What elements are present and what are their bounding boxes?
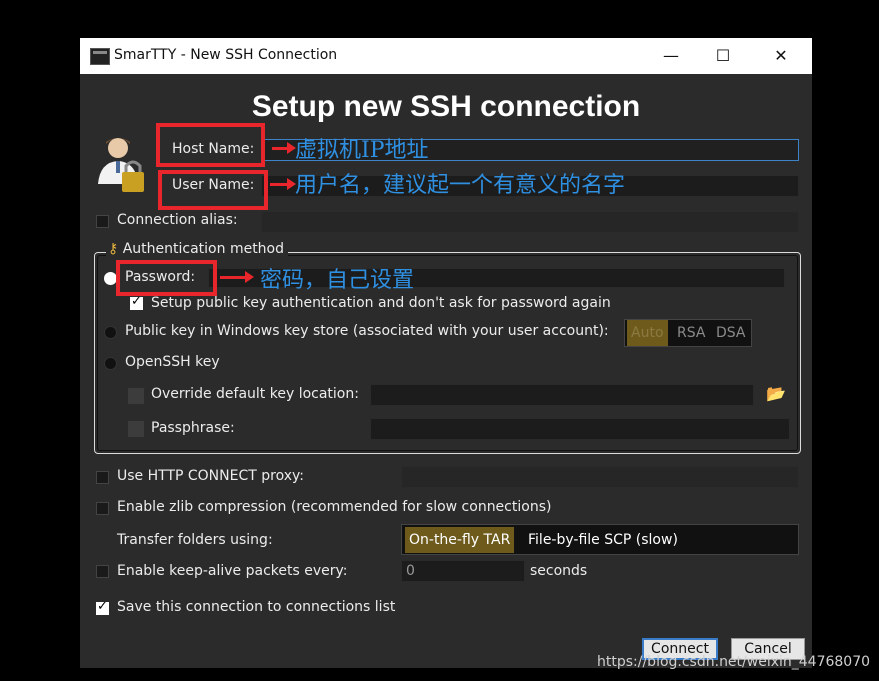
key-location-input[interactable] — [370, 384, 754, 406]
proxy-label: Use HTTP CONNECT proxy: — [117, 468, 304, 484]
setup-pubkey-checkbox[interactable] — [130, 294, 143, 310]
annotation-user: 用户名，建议起一个有意义的名字 — [295, 173, 626, 198]
alias-checkbox[interactable] — [96, 215, 109, 228]
alias-input[interactable] — [261, 211, 799, 233]
watermark: https://blog.csdn.net/weixin_44768070 — [597, 654, 871, 670]
openssh-label: OpenSSH key — [125, 354, 220, 370]
transfer-mode-selector: On-the-fly TAR File-by-file SCP (slow) — [401, 524, 799, 555]
setup-pubkey-label: Setup public key authentication and don'… — [151, 295, 611, 311]
annotation-host: 虚拟机IP地址 — [295, 138, 429, 163]
alias-label: Connection alias: — [117, 212, 238, 228]
transfer-label: Transfer folders using: — [117, 532, 273, 548]
keepalive-value: 0 — [406, 563, 415, 579]
auth-group-title: ⚷ Authentication method — [106, 241, 289, 257]
keepalive-input[interactable]: 0 — [401, 560, 525, 582]
user-lock-icon — [98, 138, 144, 192]
key-type-dsa[interactable]: DSA — [712, 320, 750, 346]
save-checkbox[interactable] — [96, 599, 109, 615]
passphrase-label: Passphrase: — [151, 420, 235, 436]
close-button[interactable]: ✕ — [758, 42, 804, 70]
annotation-password: 密码，自己设置 — [260, 268, 415, 293]
terminal-app-icon — [90, 48, 110, 65]
transfer-option-scp[interactable]: File-by-file SCP (slow) — [524, 527, 682, 553]
transfer-option-tar[interactable]: On-the-fly TAR — [405, 527, 515, 553]
save-label: Save this connection to connections list — [117, 599, 396, 615]
keepalive-unit: seconds — [530, 563, 588, 579]
zlib-checkbox[interactable] — [96, 502, 109, 515]
override-label: Override default key location: — [151, 386, 359, 402]
annotation-arrow-host — [272, 142, 296, 154]
openssh-radio[interactable] — [104, 357, 117, 370]
key-type-rsa[interactable]: RSA — [673, 320, 709, 346]
annotation-box-password — [116, 260, 217, 296]
key-type-selector: Auto RSA DSA — [624, 319, 752, 347]
annotation-box-host — [156, 123, 265, 167]
window-title: SmarTTY - New SSH Connection — [114, 47, 338, 63]
open-folder-icon[interactable]: 📂 — [766, 384, 786, 403]
key-icon: ⚷ — [108, 241, 119, 257]
keepalive-label: Enable keep-alive packets every: — [117, 563, 348, 579]
zlib-label: Enable zlib compression (recommended for… — [117, 499, 552, 515]
keepalive-checkbox[interactable] — [96, 565, 109, 578]
passphrase-input[interactable] — [370, 418, 790, 440]
proxy-checkbox[interactable] — [96, 471, 109, 484]
proxy-input[interactable] — [401, 466, 799, 488]
annotation-arrow-password — [220, 271, 254, 283]
annotation-arrow-user — [270, 178, 296, 190]
dialog-heading: Setup new SSH connection — [251, 90, 641, 123]
minimize-button[interactable]: — — [648, 42, 694, 70]
title-bar: SmarTTY - New SSH Connection — ☐ ✕ — [80, 38, 812, 74]
passphrase-checkbox[interactable] — [128, 421, 144, 437]
auth-group-label: Authentication method — [122, 241, 285, 257]
annotation-box-user — [158, 170, 268, 210]
key-type-auto[interactable]: Auto — [627, 320, 668, 346]
override-checkbox[interactable] — [128, 388, 144, 404]
winkey-label: Public key in Windows key store (associa… — [125, 323, 609, 339]
winkey-radio[interactable] — [104, 326, 117, 339]
maximize-button[interactable]: ☐ — [700, 42, 746, 70]
